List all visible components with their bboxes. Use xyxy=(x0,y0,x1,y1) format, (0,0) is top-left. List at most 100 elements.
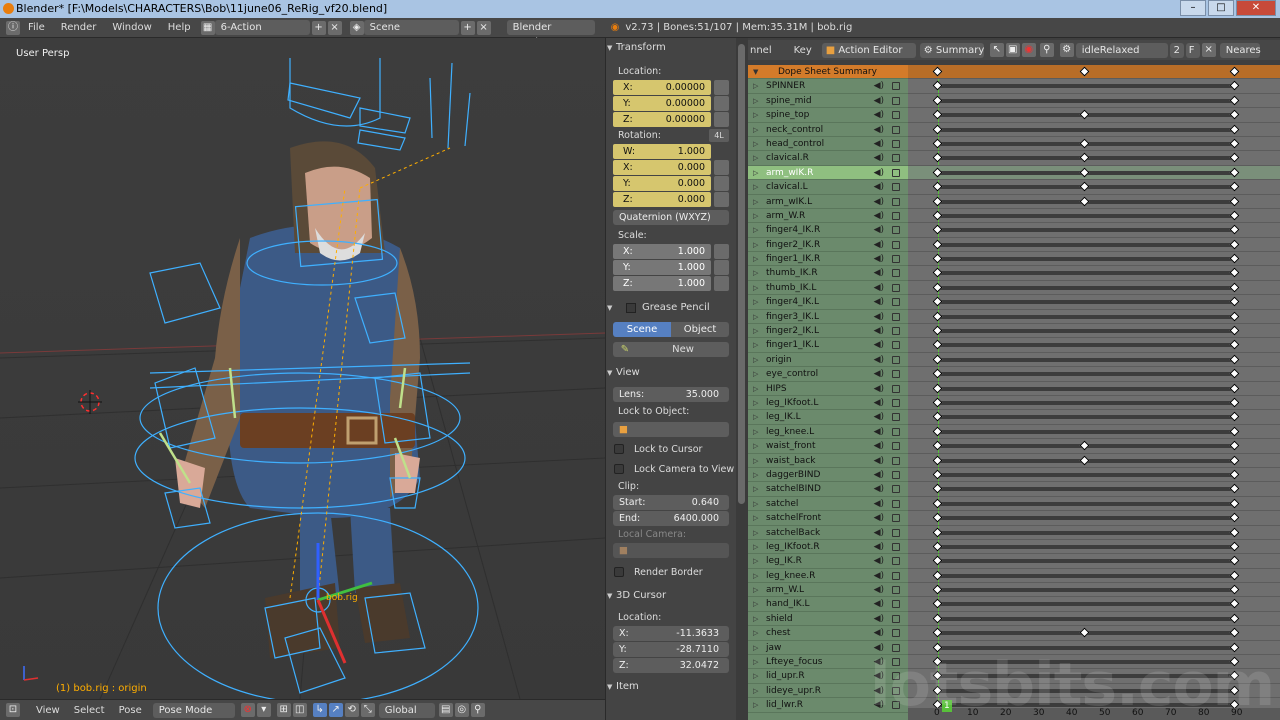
keyframe-diamond[interactable] xyxy=(932,354,943,365)
keyframe-row[interactable] xyxy=(908,295,1280,310)
keyframe-diamond[interactable] xyxy=(932,368,943,379)
editor-type-icon[interactable]: ⓘ xyxy=(6,20,20,35)
keyframe-diamond[interactable] xyxy=(1229,411,1240,422)
mute-icon[interactable]: ◀) xyxy=(874,597,884,611)
rotation-z-field[interactable]: Z: 0.000 xyxy=(613,192,711,207)
mute-icon[interactable]: ◀) xyxy=(874,367,884,381)
remove-screen-icon[interactable]: × xyxy=(327,20,342,35)
keyframe-diamond[interactable] xyxy=(1079,152,1090,163)
menu-channel[interactable]: nnel xyxy=(750,45,772,56)
shading-icon[interactable]: ⊗ xyxy=(240,703,255,717)
expand-icon[interactable]: ▷ xyxy=(753,166,758,180)
mute-icon[interactable]: ◀) xyxy=(874,569,884,583)
keyframe-diamond[interactable] xyxy=(1229,152,1240,163)
keyframe-row[interactable] xyxy=(908,281,1280,296)
lock-icon[interactable] xyxy=(892,485,900,494)
keyframe-diamond[interactable] xyxy=(1229,426,1240,437)
lock-icon[interactable] xyxy=(892,111,900,120)
expand-icon[interactable]: ▷ xyxy=(753,641,758,655)
keyframe-diamond[interactable] xyxy=(932,311,943,322)
mute-icon[interactable]: ◀) xyxy=(874,410,884,424)
keyframe-diamond[interactable] xyxy=(1229,455,1240,465)
keyframe-diamond[interactable] xyxy=(1079,66,1090,77)
tab-scene[interactable]: Scene xyxy=(613,322,671,337)
keyframe-diamond[interactable] xyxy=(932,483,943,494)
transform-section-header[interactable]: Transform xyxy=(606,38,737,58)
keyframe-diamond[interactable] xyxy=(932,498,943,509)
3d-viewport[interactable]: User Persp bob.rig (1) bob.rig : origin xyxy=(0,38,605,699)
mute-icon[interactable]: ◀) xyxy=(874,554,884,568)
action-name-field[interactable]: idleRelaxed xyxy=(1075,42,1168,58)
menu-view[interactable]: View xyxy=(36,705,60,716)
channel-row[interactable]: ▷ satchelBack ◀) xyxy=(748,526,908,540)
lock-icon[interactable] xyxy=(714,112,729,127)
lock-icon[interactable] xyxy=(714,244,729,259)
mute-icon[interactable]: ◀) xyxy=(874,108,884,122)
keyframe-diamond[interactable] xyxy=(932,411,943,422)
lock-icon[interactable] xyxy=(892,470,900,479)
expand-icon[interactable]: ▷ xyxy=(753,281,758,295)
channel-row[interactable]: ▷ arm_W.L ◀) xyxy=(748,583,908,598)
mute-icon[interactable]: ◀) xyxy=(874,123,884,137)
keyframe-row[interactable] xyxy=(908,497,1280,512)
expand-icon[interactable]: ▷ xyxy=(753,266,758,280)
channel-row[interactable]: ▷ leg_knee.L ◀) xyxy=(748,425,908,440)
expand-icon[interactable]: ▷ xyxy=(753,180,758,194)
action-browse-icon[interactable]: ⚙ xyxy=(1059,43,1074,57)
grease-pencil-checkbox[interactable] xyxy=(626,303,636,313)
lock-icon[interactable] xyxy=(714,96,729,111)
keyframe-row[interactable] xyxy=(908,468,1280,483)
channel-row[interactable]: ▷ shield ◀) xyxy=(748,612,908,627)
expand-icon[interactable]: ▷ xyxy=(753,497,758,511)
proportional-icon[interactable]: ◎ xyxy=(454,703,469,717)
lock-icon[interactable] xyxy=(892,298,900,307)
lock-icon[interactable] xyxy=(892,255,900,264)
keyframe-diamond[interactable] xyxy=(932,469,943,480)
orientation-select[interactable]: Global xyxy=(378,702,435,718)
keyframe-row[interactable] xyxy=(908,94,1280,109)
expand-icon[interactable]: ▷ xyxy=(753,554,758,568)
mute-icon[interactable]: ◀) xyxy=(874,238,884,252)
expand-icon[interactable]: ▷ xyxy=(753,123,758,137)
rotation-x-field[interactable]: X: 0.000 xyxy=(613,160,711,175)
lock-icon[interactable] xyxy=(892,427,900,436)
channel-row[interactable]: ▷ HIPS ◀) xyxy=(748,382,908,396)
keyframe-diamond[interactable] xyxy=(1229,599,1240,609)
expand-icon[interactable]: ▷ xyxy=(753,511,758,525)
keyframe-row[interactable] xyxy=(908,410,1280,425)
keyframe-row[interactable] xyxy=(908,583,1280,598)
channel-row[interactable]: ▷ thumb_IK.L ◀) xyxy=(748,281,908,296)
keyframe-diamond[interactable] xyxy=(932,426,943,437)
expand-icon[interactable]: ▷ xyxy=(753,238,758,252)
channel-row[interactable]: ▷ arm_wIK.L ◀) xyxy=(748,195,908,209)
channel-row[interactable]: ▷ leg_IK.R ◀) xyxy=(748,554,908,569)
lock-icon[interactable] xyxy=(892,168,900,177)
keyframe-diamond[interactable] xyxy=(932,109,943,120)
expand-icon[interactable]: ▷ xyxy=(753,108,758,122)
channel-row[interactable]: ▷ leg_knee.R ◀) xyxy=(748,569,908,584)
keyframe-diamond[interactable] xyxy=(932,541,943,552)
keyframe-row[interactable] xyxy=(908,266,1280,281)
snap-element-icon[interactable]: ⊞ xyxy=(276,703,291,717)
mute-icon[interactable]: ◀) xyxy=(874,137,884,151)
expand-icon[interactable]: ▷ xyxy=(753,367,758,381)
keyframe-diamond[interactable] xyxy=(932,224,943,235)
keyframe-diamond[interactable] xyxy=(1229,253,1240,264)
lock-icon[interactable] xyxy=(892,413,900,422)
keyframe-diamond[interactable] xyxy=(1229,483,1240,494)
expand-icon[interactable]: ▷ xyxy=(753,425,758,439)
keyframe-row[interactable] xyxy=(908,597,1280,612)
keyframe-diamond[interactable] xyxy=(932,455,943,465)
only-selected-icon[interactable]: ↖ xyxy=(989,43,1004,57)
keyframe-diamond[interactable] xyxy=(932,296,943,307)
lock-icon[interactable] xyxy=(714,160,729,175)
minimize-button[interactable]: – xyxy=(1180,0,1206,16)
keyframe-area[interactable] xyxy=(908,65,1280,720)
mute-icon[interactable]: ◀) xyxy=(874,195,884,209)
mute-icon[interactable]: ◀) xyxy=(874,209,884,223)
only-errors-icon[interactable]: ◉ xyxy=(1021,43,1036,57)
lock-icon[interactable] xyxy=(892,341,900,350)
expand-icon[interactable]: ▷ xyxy=(753,698,758,712)
lock-icon[interactable] xyxy=(892,197,900,206)
lock-icon[interactable] xyxy=(892,600,900,609)
